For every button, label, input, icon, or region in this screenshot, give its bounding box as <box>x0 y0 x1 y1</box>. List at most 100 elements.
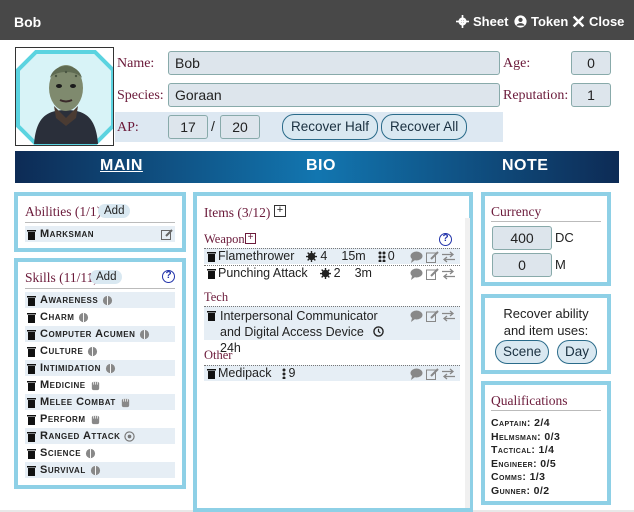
recover-day-button[interactable]: Day <box>557 340 598 364</box>
qualifications-panel: Qualifications Captain: 2/4 Helmsman: 0/3… <box>481 381 611 505</box>
chat-icon[interactable] <box>410 268 423 280</box>
trash-icon[interactable] <box>27 312 36 323</box>
trash-icon[interactable] <box>27 380 36 391</box>
ap-max-field[interactable]: 20 <box>220 115 260 139</box>
weapon-name[interactable]: Flamethrower <box>218 249 294 263</box>
skill-name[interactable]: Ranged Attack <box>40 430 120 442</box>
items-help-icon[interactable]: ? <box>439 233 452 246</box>
edit-icon[interactable] <box>426 368 439 380</box>
chat-icon[interactable] <box>410 251 423 263</box>
skill-row: Intimidation <box>25 360 175 376</box>
tab-main[interactable]: MAIN <box>100 157 143 175</box>
add-skill-button[interactable]: Add <box>90 270 123 284</box>
ap-current-field[interactable]: 17 <box>168 115 208 139</box>
skill-name[interactable]: Science <box>40 447 81 459</box>
transfer-icon[interactable] <box>442 368 455 380</box>
species-label: Species: <box>117 88 164 103</box>
skill-name[interactable]: Culture <box>40 345 83 357</box>
user-circle-icon <box>514 15 527 28</box>
skill-row: Melee Combat <box>25 394 175 410</box>
edit-icon[interactable] <box>426 251 439 263</box>
target-icon[interactable] <box>124 430 136 442</box>
tab-bio[interactable]: BIO <box>306 157 336 175</box>
trash-icon[interactable] <box>207 268 216 279</box>
trash-icon[interactable] <box>27 397 36 408</box>
trash-icon[interactable] <box>207 310 216 321</box>
recover-text-line2: and item uses: <box>503 323 589 338</box>
half-circle-icon[interactable] <box>85 448 96 459</box>
half-circle-icon[interactable] <box>78 312 89 323</box>
trash-icon[interactable] <box>207 368 216 379</box>
recover-panel: Recover ability and item uses: Scene Day <box>481 294 611 374</box>
transfer-icon[interactable] <box>442 310 455 322</box>
skill-name[interactable]: Awareness <box>40 294 98 306</box>
m-field[interactable]: 0 <box>492 253 552 277</box>
add-weapon-icon[interactable]: + <box>245 233 256 244</box>
gear-icon <box>456 15 469 28</box>
skill-name[interactable]: Charm <box>40 311 74 323</box>
tech-row: Interpersonal Communicator and Digital A… <box>207 308 397 356</box>
edit-icon[interactable] <box>426 310 439 322</box>
species-field[interactable]: Goraan <box>168 83 500 107</box>
dc-field[interactable]: 400 <box>492 226 552 250</box>
transfer-icon[interactable] <box>442 251 455 263</box>
chat-icon[interactable] <box>410 310 423 322</box>
character-portrait[interactable] <box>15 47 114 146</box>
trash-icon[interactable] <box>27 465 36 476</box>
recover-all-button[interactable]: Recover All <box>381 114 468 140</box>
items-title: Items (3/12) <box>204 205 271 220</box>
skill-name[interactable]: Melee Combat <box>40 396 116 408</box>
name-label: Name: <box>117 56 155 71</box>
trash-icon[interactable] <box>207 251 216 262</box>
skill-name[interactable]: Medicine <box>40 379 86 391</box>
name-field[interactable]: Bob <box>168 51 500 75</box>
skill-name[interactable]: Computer Acumen <box>40 328 135 340</box>
trash-icon[interactable] <box>27 363 36 374</box>
token-button[interactable]: Token <box>514 14 568 29</box>
add-ability-button[interactable]: Add <box>98 204 131 218</box>
half-circle-icon[interactable] <box>87 346 98 357</box>
skill-name[interactable]: Intimidation <box>40 362 101 374</box>
add-item-icon[interactable]: + <box>274 205 286 217</box>
clock-icon <box>373 326 385 337</box>
close-button[interactable]: Close <box>572 14 624 29</box>
skill-row: Science <box>25 445 175 461</box>
tab-note[interactable]: NOTE <box>502 157 548 175</box>
trash-icon[interactable] <box>27 414 36 425</box>
half-circle-icon[interactable] <box>139 329 150 340</box>
age-label: Age: <box>503 56 531 71</box>
items-scrollbar[interactable] <box>465 218 470 508</box>
trash-icon[interactable] <box>27 329 36 340</box>
skill-row: Awareness <box>25 292 175 308</box>
skill-name[interactable]: Survival <box>40 464 86 476</box>
sheet-button[interactable]: Sheet <box>456 14 508 29</box>
trash-icon[interactable] <box>27 295 36 306</box>
item-controls <box>410 310 455 322</box>
trash-icon[interactable] <box>27 448 36 459</box>
transfer-icon[interactable] <box>442 268 455 280</box>
tech-name[interactable]: Interpersonal Communicator and Digital A… <box>220 309 378 339</box>
fist-icon[interactable] <box>90 380 101 391</box>
fist-icon[interactable] <box>90 414 101 425</box>
recover-scene-button[interactable]: Scene <box>495 340 550 364</box>
reputation-field[interactable]: 1 <box>571 83 611 107</box>
fist-icon[interactable] <box>120 397 131 408</box>
recover-text-line1: Recover ability <box>503 306 589 321</box>
half-circle-icon[interactable] <box>90 465 101 476</box>
skill-name[interactable]: Perform <box>40 413 86 425</box>
edit-icon[interactable] <box>426 268 439 280</box>
trash-icon[interactable] <box>27 346 36 357</box>
skills-help-icon[interactable]: ? <box>162 270 175 283</box>
ability-name[interactable]: Marksman <box>40 228 94 240</box>
chat-icon[interactable] <box>410 368 423 380</box>
half-circle-icon[interactable] <box>102 295 113 306</box>
age-field[interactable]: 0 <box>571 51 611 75</box>
recover-half-button[interactable]: Recover Half <box>282 114 379 140</box>
edit-icon[interactable] <box>161 228 173 240</box>
qualification-item: Tactical: 1/4 <box>491 444 555 456</box>
trash-icon[interactable] <box>27 229 36 240</box>
half-circle-icon[interactable] <box>105 363 116 374</box>
weapon-name[interactable]: Punching Attack <box>218 266 308 280</box>
other-name[interactable]: Medipack <box>218 366 272 380</box>
trash-icon[interactable] <box>27 431 36 442</box>
